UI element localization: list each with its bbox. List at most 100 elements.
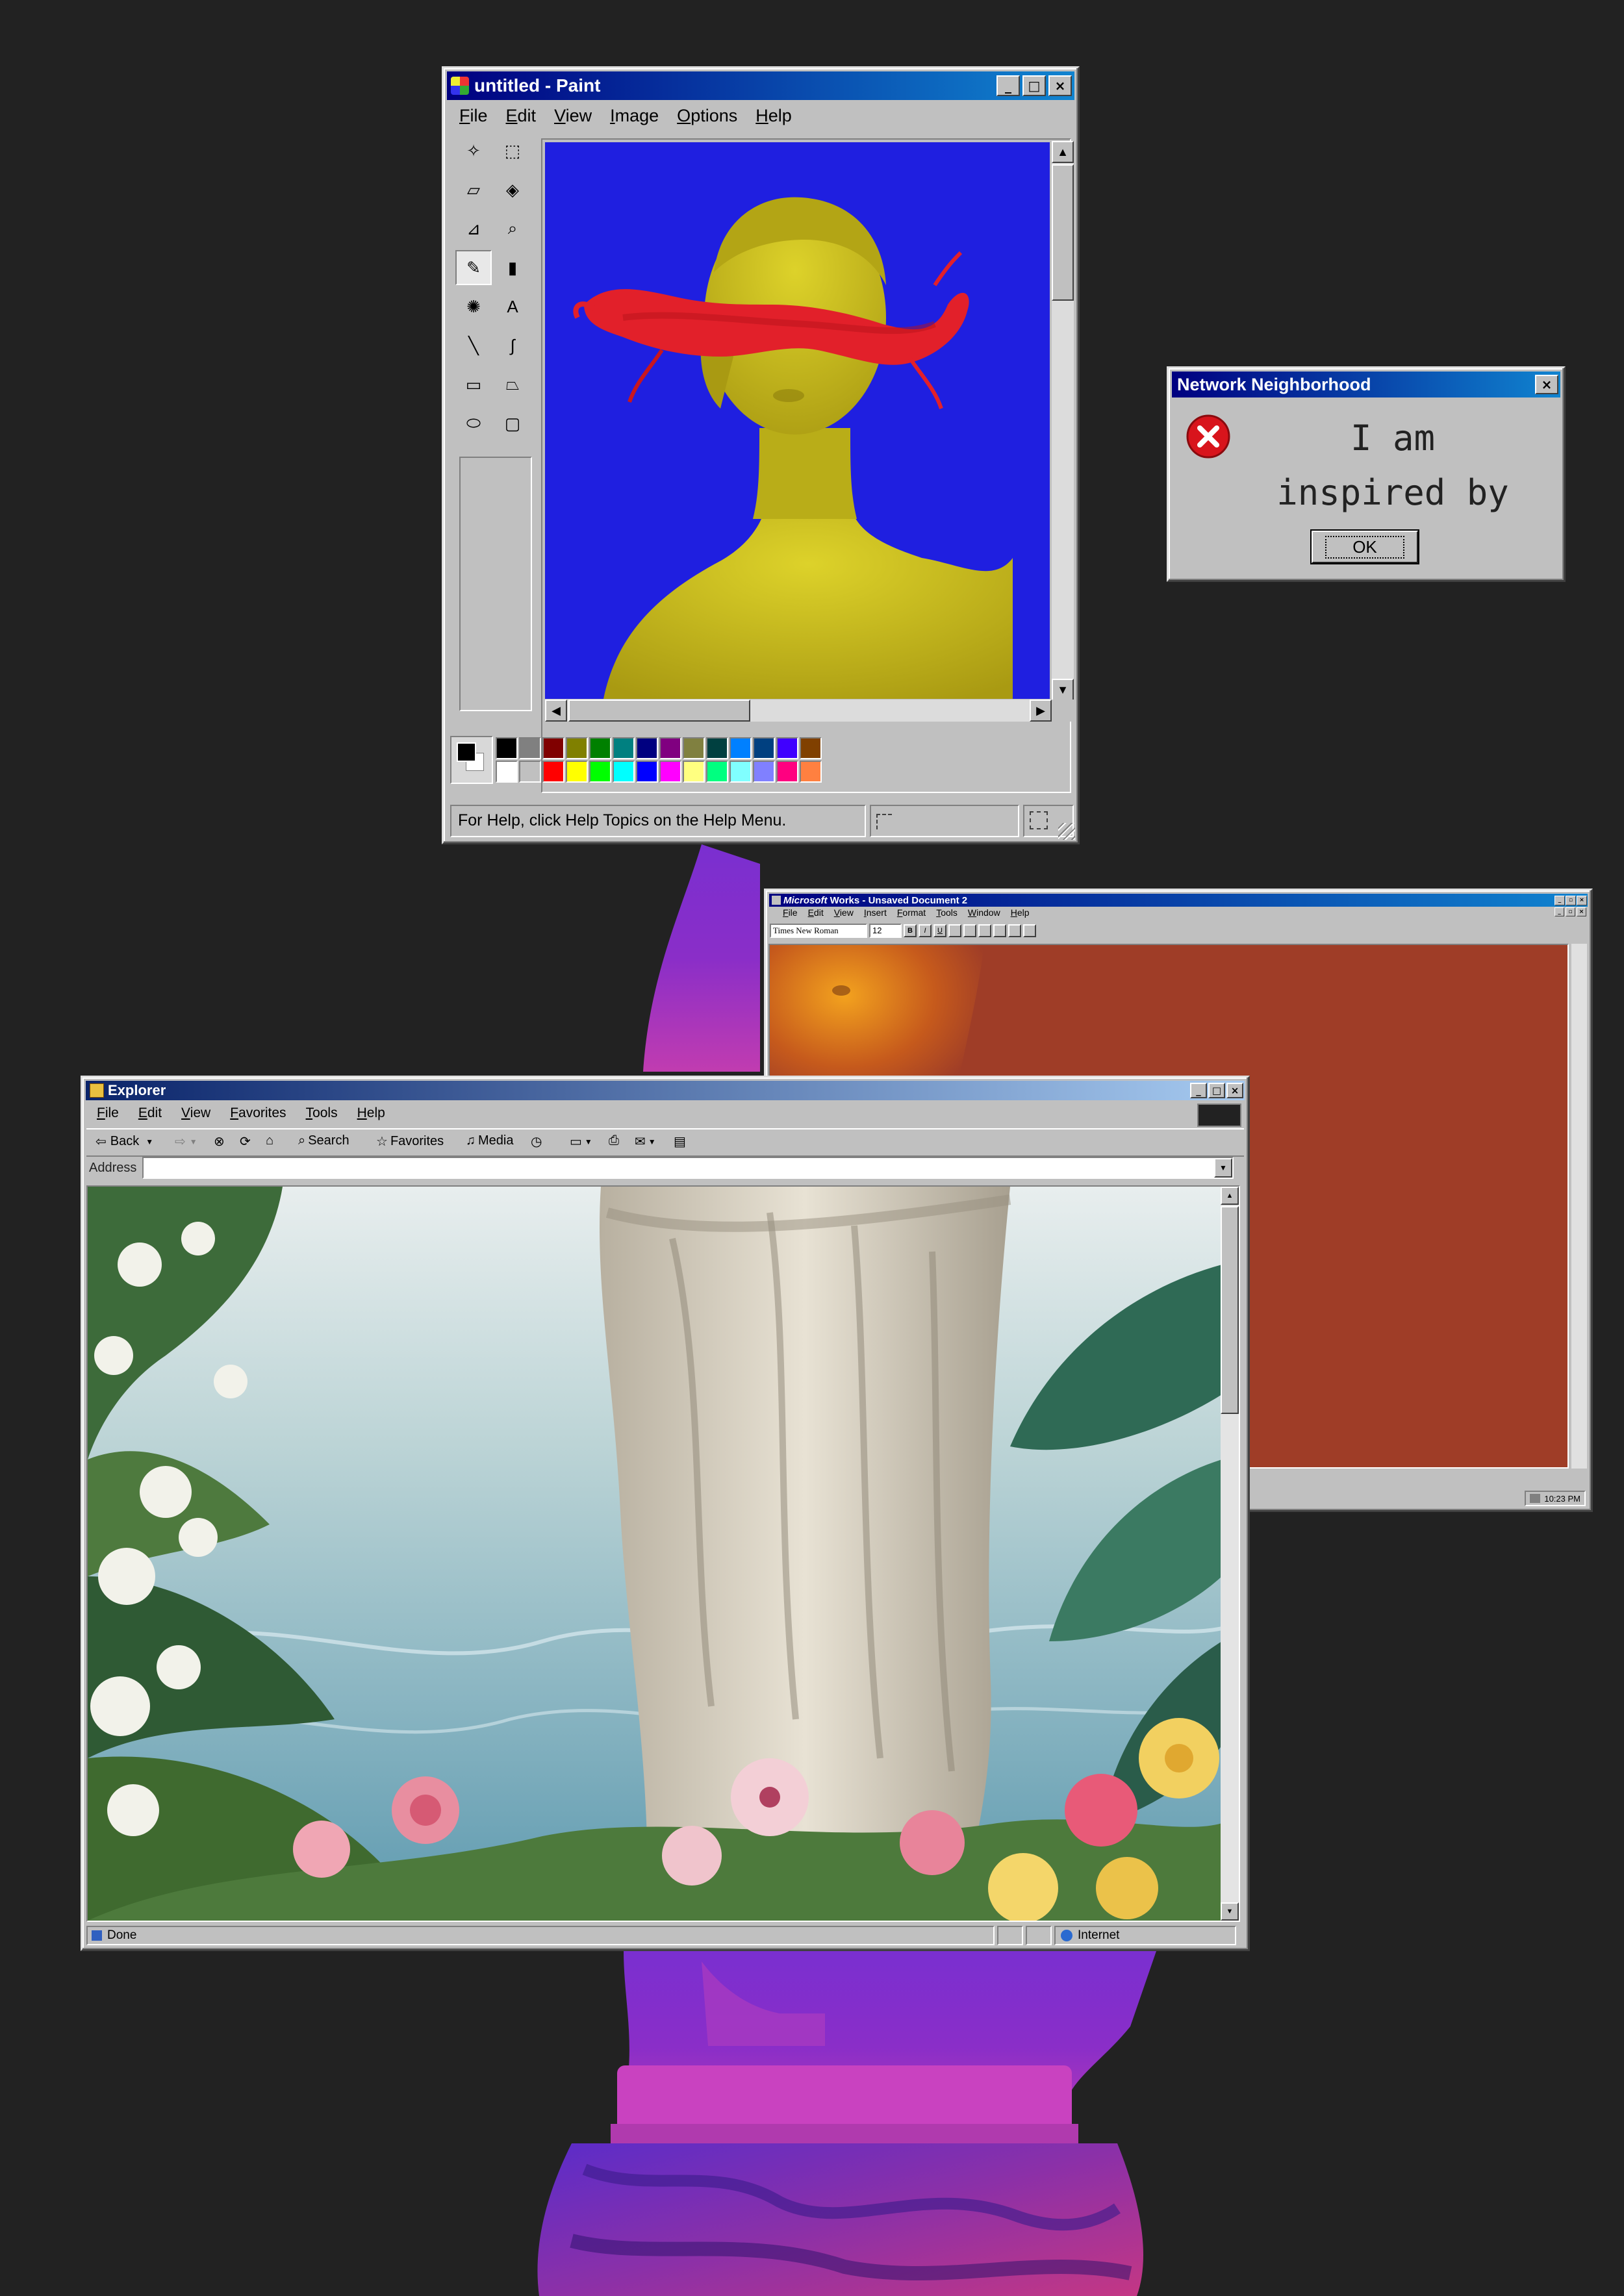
scroll-up-button[interactable]: ▲ (1052, 141, 1074, 163)
palette-swatch[interactable] (800, 761, 822, 783)
underline-button[interactable]: U (933, 924, 946, 937)
palette-swatch[interactable] (636, 761, 658, 783)
paint-menu-item[interactable]: Edit (506, 106, 537, 126)
explorer-vertical-scrollbar[interactable]: ▲ ▼ (1221, 1187, 1239, 1921)
scroll-down-button[interactable]: ▼ (1052, 679, 1074, 701)
ok-button[interactable]: OK (1310, 529, 1419, 564)
close-button[interactable]: × (1535, 375, 1558, 394)
explorer-menu-item[interactable]: Help (357, 1105, 385, 1121)
align-left-icon[interactable] (948, 924, 961, 937)
hscroll-thumb[interactable] (568, 700, 750, 722)
palette-swatch[interactable] (566, 761, 588, 783)
bullets-icon[interactable] (993, 924, 1006, 937)
history-button[interactable]: ◷ (531, 1133, 542, 1150)
scroll-thumb[interactable] (1221, 1206, 1239, 1414)
folders-button[interactable]: ▭ ▼ (570, 1133, 592, 1150)
foreground-color[interactable] (457, 742, 476, 762)
palette-swatch[interactable] (496, 737, 518, 759)
palette-swatch[interactable] (706, 737, 728, 759)
works-menu-item[interactable]: File (783, 907, 798, 918)
line-icon[interactable]: ╲ (455, 328, 492, 363)
palette-swatch[interactable] (542, 737, 565, 759)
works-menu-item[interactable]: Tools (936, 907, 958, 918)
ellipse-icon[interactable]: ⬭ (455, 406, 492, 441)
close-button[interactable]: × (1226, 1083, 1243, 1098)
palette-swatch[interactable] (542, 761, 565, 783)
italic-button[interactable]: I (919, 924, 932, 937)
minimize-button[interactable]: _ (1554, 895, 1565, 905)
current-colors[interactable] (450, 736, 493, 784)
print-button[interactable]: ⎙ (609, 1133, 619, 1148)
fill-icon[interactable]: ◈ (494, 172, 531, 207)
palette-swatch[interactable] (776, 761, 798, 783)
palette-swatch[interactable] (496, 761, 518, 783)
address-input[interactable]: ▼ (142, 1157, 1234, 1179)
palette-swatch[interactable] (589, 737, 611, 759)
dialog-titlebar[interactable]: Network Neighborhood × (1172, 372, 1560, 397)
works-menu-item[interactable]: Format (897, 907, 926, 918)
rectangle-icon[interactable]: ▭ (455, 367, 492, 402)
scroll-left-button[interactable]: ◀ (545, 700, 567, 722)
explorer-content[interactable]: ▲ ▼ (86, 1185, 1240, 1922)
palette-swatch[interactable] (753, 761, 775, 783)
palette-swatch[interactable] (706, 761, 728, 783)
works-menu-item[interactable]: Insert (864, 907, 887, 918)
mail-button[interactable]: ✉ ▼ (635, 1133, 656, 1150)
minimize-button[interactable]: _ (1190, 1083, 1207, 1098)
font-name-select[interactable]: Times New Roman (770, 924, 867, 938)
paint-menu-item[interactable]: View (554, 106, 592, 126)
works-menu-item[interactable]: View (834, 907, 854, 918)
brush-icon[interactable]: ▮ (494, 250, 531, 285)
explorer-menu-item[interactable]: Favorites (230, 1105, 286, 1121)
home-button[interactable]: ⌂ (266, 1133, 273, 1148)
paint-menu-item[interactable]: Options (677, 106, 737, 126)
doc-close-button[interactable]: × (1577, 907, 1586, 916)
edit-button[interactable]: ▤ (674, 1133, 686, 1150)
favorites-button[interactable]: ☆ Favorites (376, 1133, 444, 1150)
palette-swatch[interactable] (730, 737, 752, 759)
palette-swatch[interactable] (566, 737, 588, 759)
tool-options-box[interactable] (459, 457, 532, 711)
table-icon[interactable] (1008, 924, 1021, 937)
doc-minimize-button[interactable]: _ (1554, 907, 1564, 916)
rect-select-icon[interactable]: ⬚ (494, 133, 531, 168)
scroll-right-button[interactable]: ▶ (1030, 700, 1052, 722)
paint-menu-item[interactable]: Help (755, 106, 792, 126)
palette-swatch[interactable] (519, 737, 541, 759)
paint-menu-item[interactable]: File (459, 106, 488, 126)
palette-swatch[interactable] (659, 761, 681, 783)
search-button[interactable]: ⌕ Search (298, 1133, 349, 1148)
media-button[interactable]: ♫ Media (466, 1133, 513, 1148)
doc-restore-button[interactable]: ▫ (1566, 907, 1575, 916)
works-menu-item[interactable]: Edit (808, 907, 824, 918)
scroll-up-button[interactable]: ▲ (1221, 1187, 1239, 1205)
palette-swatch[interactable] (636, 737, 658, 759)
maximize-button[interactable]: □ (1208, 1083, 1225, 1098)
forward-button[interactable]: ⇨ ▼ (175, 1133, 197, 1150)
explorer-menu-item[interactable]: View (181, 1105, 210, 1121)
paint-canvas[interactable] (545, 142, 1050, 699)
spellcheck-icon[interactable] (1023, 924, 1036, 937)
address-dropdown-icon[interactable]: ▼ (1214, 1158, 1232, 1178)
maximize-button[interactable]: □ (1022, 75, 1046, 96)
palette-swatch[interactable] (776, 737, 798, 759)
text-icon[interactable]: A (494, 289, 531, 324)
scroll-down-button[interactable]: ▼ (1221, 1902, 1239, 1921)
back-button[interactable]: ⇦ Back ▼ (95, 1133, 153, 1150)
resize-grip[interactable] (1058, 823, 1075, 840)
scroll-thumb[interactable] (1052, 164, 1074, 301)
refresh-button[interactable]: ⟳ (240, 1133, 251, 1150)
works-menu-item[interactable]: Help (1011, 907, 1030, 918)
palette-swatch[interactable] (589, 761, 611, 783)
eraser-icon[interactable]: ▱ (455, 172, 492, 207)
palette-swatch[interactable] (683, 761, 705, 783)
explorer-menu-item[interactable]: Edit (138, 1105, 162, 1121)
polygon-icon[interactable]: ⏢ (494, 367, 531, 402)
paint-horizontal-scrollbar[interactable]: ◀ ▶ (545, 700, 1052, 722)
curve-icon[interactable]: ∫ (494, 328, 531, 363)
palette-swatch[interactable] (519, 761, 541, 783)
minimize-button[interactable]: _ (996, 75, 1020, 96)
stop-button[interactable]: ⊗ (214, 1133, 225, 1150)
explorer-menu-item[interactable]: Tools (306, 1105, 338, 1121)
explorer-menu-item[interactable]: File (97, 1105, 119, 1121)
